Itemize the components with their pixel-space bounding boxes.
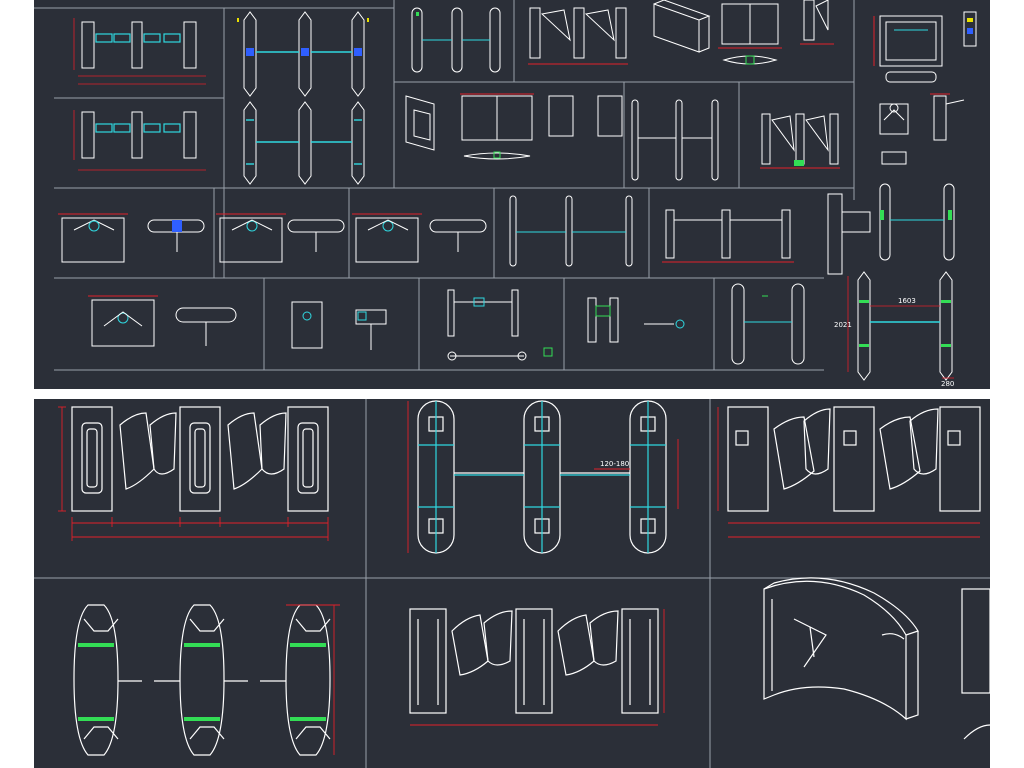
cell-swing-small	[447, 289, 553, 361]
cell-swing-arm-plan	[631, 99, 719, 181]
cell-front-view-2	[73, 110, 206, 171]
top-cad-drawing: 1603 2021 280	[34, 0, 977, 388]
cell-glass-gate	[718, 3, 782, 65]
dim-label-120-180: 120-180	[600, 460, 629, 468]
isometric-turnstile-view	[763, 577, 990, 740]
cell-tripod-small	[879, 93, 965, 165]
flap-barrier-front-view	[58, 406, 329, 541]
cell-right-tall	[827, 183, 955, 275]
cell-swing-front-wide	[662, 209, 794, 263]
cell-tripod-2	[216, 213, 345, 263]
flap-barrier-front-view-2	[409, 608, 665, 726]
cell-isometric-view	[653, 0, 711, 53]
cell-plan-view-1	[237, 11, 369, 97]
cell-side-view	[800, 0, 834, 45]
bottom-drawing-sheet: 120-180	[34, 399, 990, 768]
cell-swing-plan-wide	[509, 195, 633, 267]
wing-gate-front-view	[717, 406, 981, 538]
bottom-cad-drawing: 120-180	[34, 399, 990, 768]
cell-plan-view-2	[243, 101, 365, 185]
top-drawing-sheet: 1603 2021 280	[34, 0, 990, 389]
cell-swing-gate-iso	[405, 93, 623, 160]
cell-flap-row	[760, 113, 840, 169]
dim-label-1603: 1603	[898, 297, 916, 305]
cell-front-view-1	[73, 18, 206, 85]
cell-tripod-box	[88, 295, 237, 347]
cell-tripod-narrow	[291, 301, 387, 350]
dim-label-280: 280	[941, 380, 954, 388]
cell-swing-side	[587, 297, 685, 343]
bottom-grid-frame	[34, 399, 990, 768]
tripod-plan-green	[73, 604, 340, 756]
dim-label-2021: 2021	[834, 321, 852, 329]
cell-pill-plan	[731, 283, 805, 365]
cell-tripod-3	[352, 213, 487, 263]
grid-frame-lines	[34, 0, 855, 371]
cell-flap-front	[528, 7, 628, 65]
swing-gate-plan-view: 120-180	[407, 400, 679, 554]
cell-box-gate	[873, 11, 977, 83]
cell-oval-plan	[411, 7, 501, 73]
cell-tripod-1	[58, 213, 205, 263]
cell-dimensioned-plan: 1603 2021 280	[834, 271, 954, 388]
